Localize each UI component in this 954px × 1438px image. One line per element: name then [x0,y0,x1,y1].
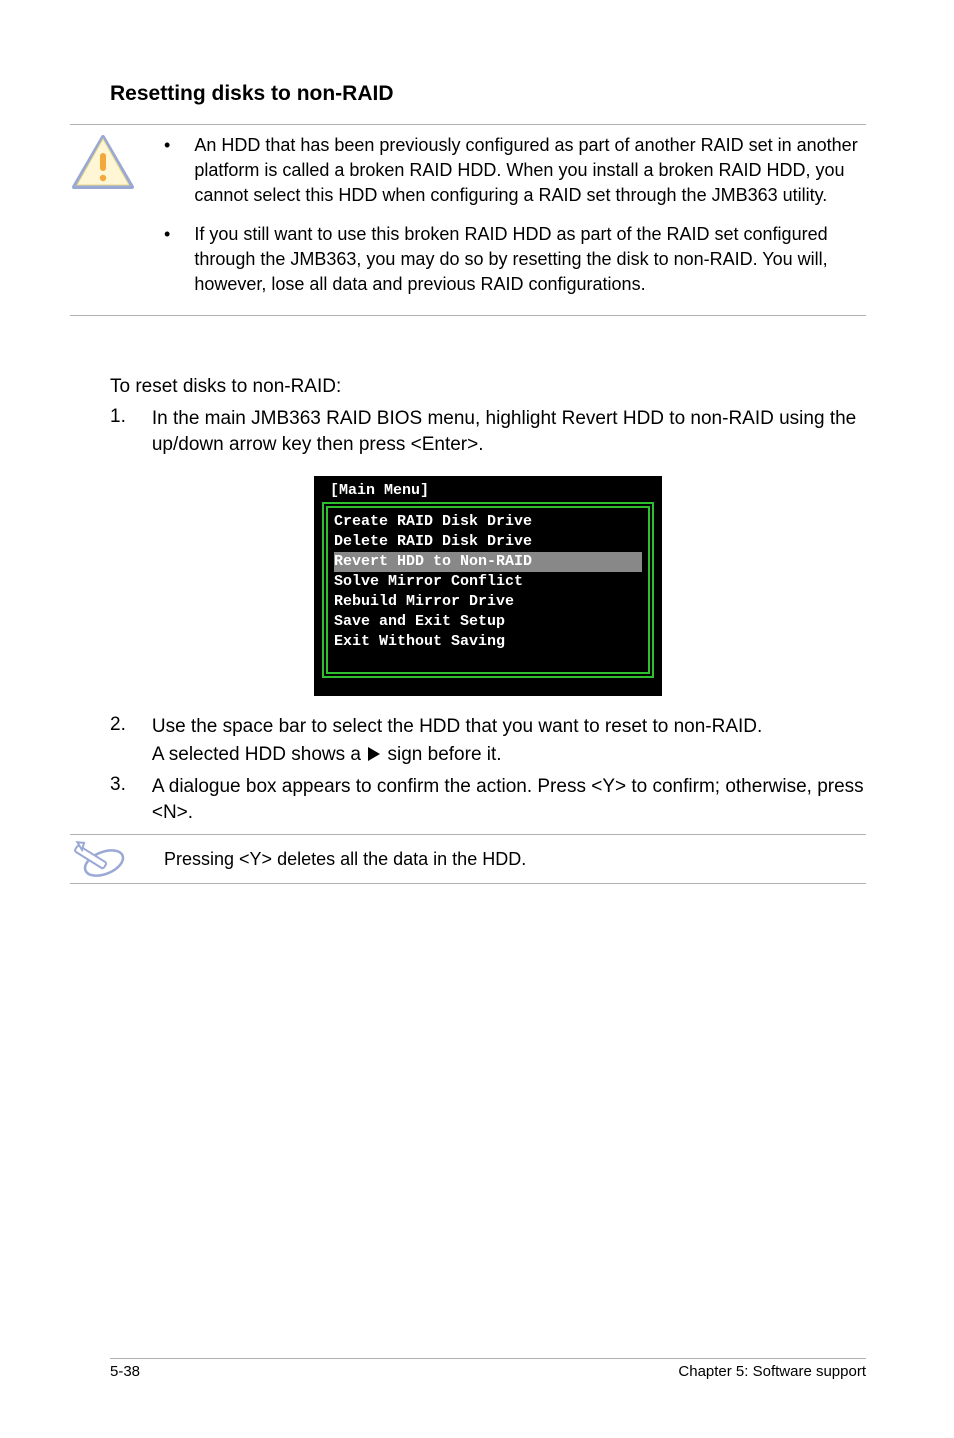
step-1: 1. In the main JMB363 RAID BIOS menu, hi… [110,406,866,458]
triangle-play-icon [368,747,380,761]
note-content: Pressing <Y> deletes all the data in the… [164,845,866,874]
bios-item-revert[interactable]: Revert HDD to Non-RAID [334,552,642,572]
note-icon-col [70,839,136,879]
bios-menu-wrapper: [Main Menu] Create RAID Disk Drive Delet… [110,476,866,696]
bios-item-create[interactable]: Create RAID Disk Drive [334,512,642,532]
bullet-dot: • [164,222,170,297]
note-callout: Pressing <Y> deletes all the data in the… [70,834,866,884]
step-2-sub-before: A selected HDD shows a [152,744,361,765]
bios-inner-border: Create RAID Disk Drive Delete RAID Disk … [326,506,650,674]
note-pencil-icon [70,839,130,879]
bullet-dot: • [164,133,170,208]
caution-text-1: An HDD that has been previously configur… [194,133,866,208]
step-3: 3. A dialogue box appears to confirm the… [110,774,866,826]
caution-icon-col [70,133,136,297]
step-2: 2. Use the space bar to select the HDD t… [110,714,866,768]
step-1-number: 1. [110,406,126,458]
step-2-subtext: A selected HDD shows a sign before it. [152,742,762,768]
note-text: Pressing <Y> deletes all the data in the… [164,845,866,874]
section-heading: Resetting disks to non-RAID [110,82,866,106]
intro-text: To reset disks to non-RAID: [110,374,866,400]
caution-bullet-2: • If you still want to use this broken R… [164,222,866,297]
caution-text-2: If you still want to use this broken RAI… [194,222,866,297]
step-2-number: 2. [110,714,126,768]
caution-callout: • An HDD that has been previously config… [70,124,866,316]
step-3-number: 3. [110,774,126,826]
page: Resetting disks to non-RAID • An HDD tha… [0,0,954,1438]
bios-item-delete[interactable]: Delete RAID Disk Drive [334,532,642,552]
bios-menu: [Main Menu] Create RAID Disk Drive Delet… [314,476,662,696]
bios-outer-border: Create RAID Disk Drive Delete RAID Disk … [322,502,654,678]
bios-item-solve[interactable]: Solve Mirror Conflict [334,572,642,592]
step-2-sub-after: sign before it. [388,744,502,765]
footer-chapter: Chapter 5: Software support [678,1363,866,1380]
page-footer: 5-38 Chapter 5: Software support [110,1358,866,1380]
bios-title: [Main Menu] [322,482,654,502]
step-1-text: In the main JMB363 RAID BIOS menu, highl… [152,406,866,458]
footer-page-number: 5-38 [110,1363,140,1380]
bios-item-save[interactable]: Save and Exit Setup [334,612,642,632]
caution-bullet-1: • An HDD that has been previously config… [164,133,866,208]
step-2-text: Use the space bar to select the HDD that… [152,714,762,740]
step-3-text: A dialogue box appears to confirm the ac… [152,774,866,826]
bios-item-exit[interactable]: Exit Without Saving [334,632,642,652]
bios-item-rebuild[interactable]: Rebuild Mirror Drive [334,592,642,612]
caution-content: • An HDD that has been previously config… [164,133,866,297]
caution-icon [70,133,136,191]
